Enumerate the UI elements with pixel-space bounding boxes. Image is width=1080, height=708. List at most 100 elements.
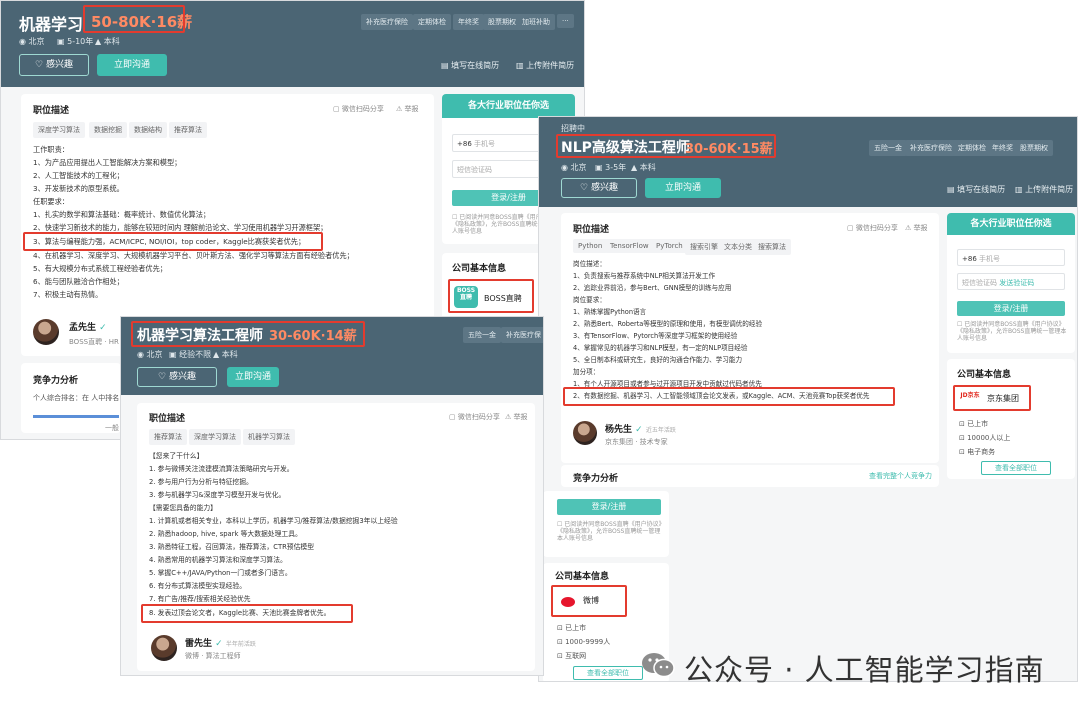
heart-icon: ♡: [35, 60, 46, 70]
report-link[interactable]: ⚠ 举报: [396, 104, 419, 114]
login-button[interactable]: 登录/注册: [557, 499, 661, 515]
qrcode-icon: ▢: [847, 224, 856, 232]
education: ▲ 本科: [631, 163, 656, 172]
company-fact-size: ⊡ 10000人以上: [959, 434, 1011, 442]
company-info-panel: 公司基本信息 JD京东 京东集团 ⊡ 已上市 ⊡ 10000人以上 ⊡ 电子商务…: [947, 359, 1075, 479]
compete-rank: 个人综合排名：在 人中排名: [33, 394, 120, 402]
description-line: 2、追踪业界前沿，参与Bert、GNN模型的训练与应用: [573, 284, 732, 292]
skill-chip: Python: [573, 239, 608, 253]
upload-icon: ▥: [516, 61, 527, 70]
phone-input[interactable]: +86 手机号: [957, 249, 1065, 266]
benefit-tag: 补充医疗保险: [905, 140, 957, 156]
chat-now-button[interactable]: 立即沟通: [97, 54, 167, 76]
description-line: 3、有TensorFlow、Pytorch等深度学习框架的使用经验: [573, 332, 738, 340]
description-line: 4、在机器学习、深度学习、大规模机器学习平台、贝叶斯方法、强化学习等算法方面有经…: [33, 251, 354, 260]
description-line: 任职要求：: [33, 197, 69, 206]
description-line: 岗位要求：: [573, 296, 606, 304]
job-title: 机器学习: [19, 15, 84, 34]
benefit-tag: 补充医疗保险: [361, 14, 413, 30]
job-description-panel: 职位描述 ▢ 微信扫码分享 ⚠ 举报 Python TensorFlow PyT…: [561, 213, 939, 463]
wechat-share[interactable]: ▢ 微信扫码分享: [449, 412, 500, 422]
skill-chip: 数据结构: [129, 122, 167, 138]
stock-icon: ⊡: [557, 624, 566, 632]
recruiter-avatar: [33, 319, 59, 345]
competition-panel: 竞争力分析 个人综合排名：在 人中排名 一般: [21, 363, 121, 433]
benefit-tag: 补充医疗保: [501, 327, 543, 343]
compete-title: 竞争力分析: [573, 474, 619, 484]
description-line: 2、熟悉Bert、Roberta等模型的原理和使用，有模型调优的经验: [573, 320, 763, 328]
company-fact-industry: ⊡ 互联网: [557, 652, 587, 660]
company-info-title: 公司基本信息: [452, 264, 507, 274]
job-header: 招聘中 NLP高级算法工程师 30-60K·15薪 五险一金 补充医疗保险 定期…: [539, 117, 1077, 207]
login-button[interactable]: 登录/注册: [957, 301, 1065, 316]
industry-icon: ⊡: [959, 448, 968, 456]
job-header: 机器学习算法工程师 30-60K·14薪 五险一金 补充医疗保 ◉ 北京 ▣ 经…: [121, 317, 543, 395]
login-side-panel: 各大行业职位任你选 +86 手机号 短信验证码 发送验证码 登录/注册 ☐ 已阅…: [947, 213, 1075, 353]
description-line: 5、全日制本科或研究生，良好的沟通合作能力、学习能力: [573, 356, 743, 364]
side-banner: 各大行业职位任你选: [442, 94, 575, 118]
job-card-ml-algorithm: 机器学习算法工程师 30-60K·14薪 五险一金 补充医疗保 ◉ 北京 ▣ 经…: [120, 316, 544, 676]
education: ▲ 本科: [95, 37, 120, 46]
rank-level: 一般: [105, 424, 119, 432]
location: ◉ 北京: [561, 163, 587, 172]
description-line: 1. 参与微博关注流建模流算法策略研究与开发。: [149, 465, 294, 473]
company-fact-industry: ⊡ 电子商务: [959, 448, 996, 456]
experience: ▣ 经验不限: [169, 350, 212, 359]
chat-now-button[interactable]: 立即沟通: [227, 367, 279, 387]
briefcase-icon: ▣: [595, 163, 606, 172]
description-line: 2、快速学习新技术的能力，能够在较短时间内 理解前沿论文、学习使用机器学习开源框…: [33, 223, 328, 232]
cap-icon: ▲: [95, 37, 104, 46]
send-code-link[interactable]: 发送验证码: [999, 279, 1034, 287]
wechat-share[interactable]: ▢ 微信扫码分享: [333, 104, 384, 114]
job-status: 招聘中: [561, 124, 585, 133]
sms-code-input[interactable]: 短信验证码 发送验证码: [957, 273, 1065, 290]
description-line: 6. 有分布式算法模型实现经验。: [149, 582, 247, 590]
cap-icon: ▲: [631, 163, 640, 172]
people-icon: ⊡: [557, 638, 566, 646]
report-icon: ⚠: [396, 105, 405, 113]
report-link[interactable]: ⚠ 举报: [505, 412, 528, 422]
job-card-nlp: 招聘中 NLP高级算法工程师 30-60K·15薪 五险一金 补充医疗保险 定期…: [538, 116, 1078, 682]
compete-title: 竞争力分析: [33, 376, 79, 386]
description-line: 3、开发新技术的原型系统。: [33, 184, 124, 193]
document-icon: ▤: [441, 61, 452, 70]
chat-now-button[interactable]: 立即沟通: [645, 178, 721, 198]
description-line: 1、熟练掌握Python语言: [573, 308, 647, 316]
wechat-share[interactable]: ▢ 微信扫码分享: [847, 223, 898, 233]
more-tags[interactable]: ···: [557, 14, 574, 28]
description-line: 加分项：: [573, 368, 600, 376]
all-jobs-button[interactable]: 查看全部职位: [573, 666, 643, 680]
upload-icon: ▥: [1015, 185, 1026, 194]
full-compete-link[interactable]: 查看完整个人竞争力: [869, 471, 932, 481]
description-line: 【您来了干什么】: [149, 452, 204, 460]
benefit-tag: 年终奖: [987, 140, 1018, 156]
upload-resume-link[interactable]: ▥ 上传附件简历: [1015, 184, 1073, 195]
description-line: 1、扎实的数学和算法基础：概率统计、数值优化算法；: [33, 210, 211, 219]
company-fact-size: ⊡ 1000-9999人: [557, 638, 611, 646]
description-line: 7. 有广告/推荐/搜索相关经验优先: [149, 595, 251, 603]
fill-resume-link[interactable]: ▤ 填写在线简历: [441, 60, 499, 71]
benefit-tag: 五险一金: [463, 327, 501, 343]
skill-chip: 数据挖掘: [89, 122, 127, 138]
skill-chip: 文本分类: [719, 239, 757, 255]
all-jobs-button[interactable]: 查看全部职位: [981, 461, 1051, 475]
job-header: 机器学习 50-80K·16薪 补充医疗保险 定期体检 年终奖 股票期权 加班补…: [1, 1, 584, 87]
fill-resume-link[interactable]: ▤ 填写在线简历: [947, 184, 1005, 195]
description-line: 【需要您具备的能力】: [149, 504, 217, 512]
skill-chip: 搜索算法: [753, 239, 791, 255]
interest-button[interactable]: ♡ 感兴趣: [19, 54, 89, 76]
interest-button[interactable]: ♡ 感兴趣: [561, 178, 637, 198]
recruiter-avatar: [573, 421, 597, 445]
upload-resume-link[interactable]: ▥ 上传附件简历: [516, 60, 574, 71]
qrcode-icon: ▢: [333, 105, 342, 113]
report-link[interactable]: ⚠ 举报: [905, 223, 928, 233]
interest-button[interactable]: ♡ 感兴趣: [137, 367, 217, 387]
salary-highlight-box: [83, 5, 185, 33]
skill-chip: PyTorch: [651, 239, 688, 253]
briefcase-icon: ▣: [169, 350, 180, 359]
stock-icon: ⊡: [959, 420, 968, 428]
skill-chip: 搜索引擎: [685, 239, 723, 255]
description-line: 6、能与团队融洽合作相处；: [33, 277, 124, 286]
benefit-tag: 年终奖: [453, 14, 484, 30]
rank-bar: [33, 415, 119, 418]
